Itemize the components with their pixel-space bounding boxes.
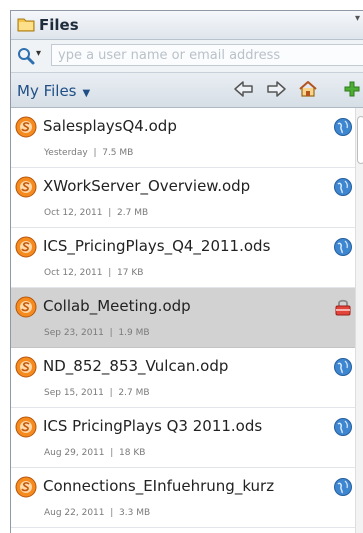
chevron-down-icon: ▼ — [82, 88, 91, 99]
file-size: 2.7 MB — [117, 208, 149, 218]
file-type-icon — [15, 296, 37, 318]
globe-icon[interactable] — [333, 237, 353, 257]
file-row[interactable]: Connections_EInfuehrung_kurz Aug 22, 201… — [11, 468, 363, 528]
globe-icon[interactable] — [333, 117, 353, 137]
file-meta: Sep 23, 2011 | 1.9 MB — [44, 328, 150, 338]
files-panel: Files ▾ ▾ My Files ▼ — [10, 10, 363, 533]
files-toolbar: My Files ▼ — [11, 73, 363, 108]
file-meta: Oct 12, 2011 | 2.7 MB — [44, 208, 148, 218]
file-date: Oct 12, 2011 — [44, 268, 103, 278]
file-meta: Yesterday | 7.5 MB — [44, 148, 133, 158]
meta-separator: | — [109, 328, 113, 338]
file-size: 1.9 MB — [118, 328, 150, 338]
file-row-selected[interactable]: Collab_Meeting.odp Sep 23, 2011 | 1.9 MB — [11, 288, 363, 348]
file-type-icon — [15, 476, 37, 498]
file-size: 2.7 MB — [118, 388, 150, 398]
globe-icon[interactable] — [333, 177, 353, 197]
search-scope-dropdown-icon[interactable]: ▾ — [36, 48, 41, 59]
file-meta: Oct 12, 2011 | 17 KB — [44, 268, 143, 278]
meta-separator: | — [110, 448, 114, 458]
meta-separator: | — [108, 268, 112, 278]
file-row[interactable]: ICS_PricingPlays_Q4_2011.ods Oct 12, 201… — [11, 228, 363, 288]
folder-icon — [17, 16, 35, 32]
search-icon[interactable] — [17, 47, 35, 65]
meta-separator: | — [93, 148, 97, 158]
file-meta: Aug 29, 2011 | 18 KB — [44, 448, 145, 458]
file-row[interactable]: ND_852_853_Vulcan.odp Sep 15, 2011 | 2.7… — [11, 348, 363, 408]
file-meta: Aug 22, 2011 | 3.3 MB — [44, 508, 150, 518]
file-name[interactable]: XWorkServer_Overview.odp — [43, 177, 313, 195]
file-date: Yesterday — [44, 148, 88, 158]
back-arrow-icon[interactable] — [233, 79, 255, 99]
forward-arrow-icon[interactable] — [265, 79, 287, 99]
file-type-icon — [15, 176, 37, 198]
file-date: Aug 22, 2011 — [44, 508, 105, 518]
search-input[interactable] — [51, 44, 363, 66]
panel-title: Files — [39, 16, 79, 34]
file-type-icon — [15, 236, 37, 258]
file-name[interactable]: ICS PricingPlays Q3 2011.ods — [43, 417, 313, 435]
file-row[interactable]: SalesplaysQ4.odp Yesterday | 7.5 MB — [11, 108, 363, 168]
search-bar: ▾ — [11, 40, 363, 73]
file-name[interactable]: ND_852_853_Vulcan.odp — [43, 357, 313, 375]
file-name[interactable]: Collab_Meeting.odp — [43, 297, 313, 315]
file-size: 7.5 MB — [102, 148, 134, 158]
file-type-icon — [15, 416, 37, 438]
home-icon[interactable] — [297, 79, 319, 99]
file-type-icon — [15, 356, 37, 378]
my-files-label: My Files — [17, 82, 77, 100]
file-list: SalesplaysQ4.odp Yesterday | 7.5 MB XWor… — [11, 108, 363, 533]
file-row[interactable]: ICS PricingPlays Q3 2011.ods Aug 29, 201… — [11, 408, 363, 468]
add-icon[interactable] — [341, 79, 363, 99]
meta-separator: | — [109, 388, 113, 398]
globe-icon[interactable] — [333, 477, 353, 497]
globe-icon[interactable] — [333, 417, 353, 437]
meta-separator: | — [108, 208, 112, 218]
meta-separator: | — [110, 508, 114, 518]
scrollbar-thumb[interactable] — [357, 116, 363, 164]
file-name[interactable]: SalesplaysQ4.odp — [43, 117, 313, 135]
file-date: Sep 15, 2011 — [44, 388, 104, 398]
file-date: Oct 12, 2011 — [44, 208, 103, 218]
file-meta: Sep 15, 2011 | 2.7 MB — [44, 388, 150, 398]
file-name[interactable]: ICS_PricingPlays_Q4_2011.ods — [43, 237, 313, 255]
panel-menu-icon[interactable]: ▾ — [355, 13, 360, 24]
file-size: 17 KB — [117, 268, 144, 278]
file-type-icon — [15, 116, 37, 138]
globe-icon[interactable] — [333, 357, 353, 377]
my-files-dropdown[interactable]: My Files ▼ — [17, 82, 90, 100]
lock-icon[interactable] — [333, 297, 353, 317]
file-name[interactable]: Connections_EInfuehrung_kurz — [43, 477, 313, 495]
file-date: Sep 23, 2011 — [44, 328, 104, 338]
files-titlebar: Files ▾ — [11, 11, 363, 40]
file-size: 3.3 MB — [119, 508, 151, 518]
file-list-scrollbar[interactable] — [355, 108, 363, 533]
file-date: Aug 29, 2011 — [44, 448, 105, 458]
file-size: 18 KB — [119, 448, 146, 458]
file-row[interactable]: XWorkServer_Overview.odp Oct 12, 2011 | … — [11, 168, 363, 228]
